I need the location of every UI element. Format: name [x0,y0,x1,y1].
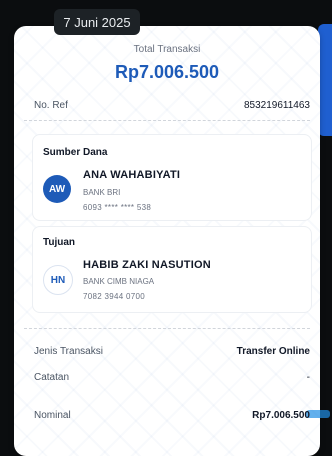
source-account: 6093 **** **** 538 [83,203,152,212]
detail-label-transaction-type: Jenis Transaksi [34,346,103,357]
ref-value: 853219611463 [244,100,310,111]
detail-label-note: Catatan [34,372,70,383]
detail-value-nominal: Rp7.006.500 [252,410,310,421]
source-avatar: AW [43,175,71,203]
divider [24,120,310,121]
destination-name: HABIB ZAKI NASUTION [83,259,211,271]
destination-avatar: HN [43,265,73,295]
total-label: Total Transaksi [133,44,201,55]
ref-label: No. Ref [34,100,68,111]
destination-title: Tujuan [43,237,76,248]
divider [24,328,310,329]
total-amount: Rp7.006.500 [114,62,220,82]
transaction-receipt-card: Total Transaksi Rp7.006.500 No. Ref 8532… [14,26,320,456]
detail-value-note: - [306,372,310,383]
blue-header-accent [318,24,332,136]
destination-account: 7082 3944 0700 [83,292,146,301]
date-pill: 7 Juni 2025 [54,9,140,35]
source-name: ANA WAHABIYATI [83,169,181,181]
detail-label-nominal: Nominal [34,410,71,421]
destination-card: Tujuan HN HABIB ZAKI NASUTION BANK CIMB … [32,226,312,313]
detail-value-transaction-type: Transfer Online [236,346,310,357]
destination-bank: BANK CIMB NIAGA [83,277,155,286]
source-title: Sumber Dana [43,147,108,158]
source-bank: BANK BRI [83,188,121,197]
source-card: Sumber Dana AW ANA WAHABIYATI BANK BRI 6… [32,134,312,221]
